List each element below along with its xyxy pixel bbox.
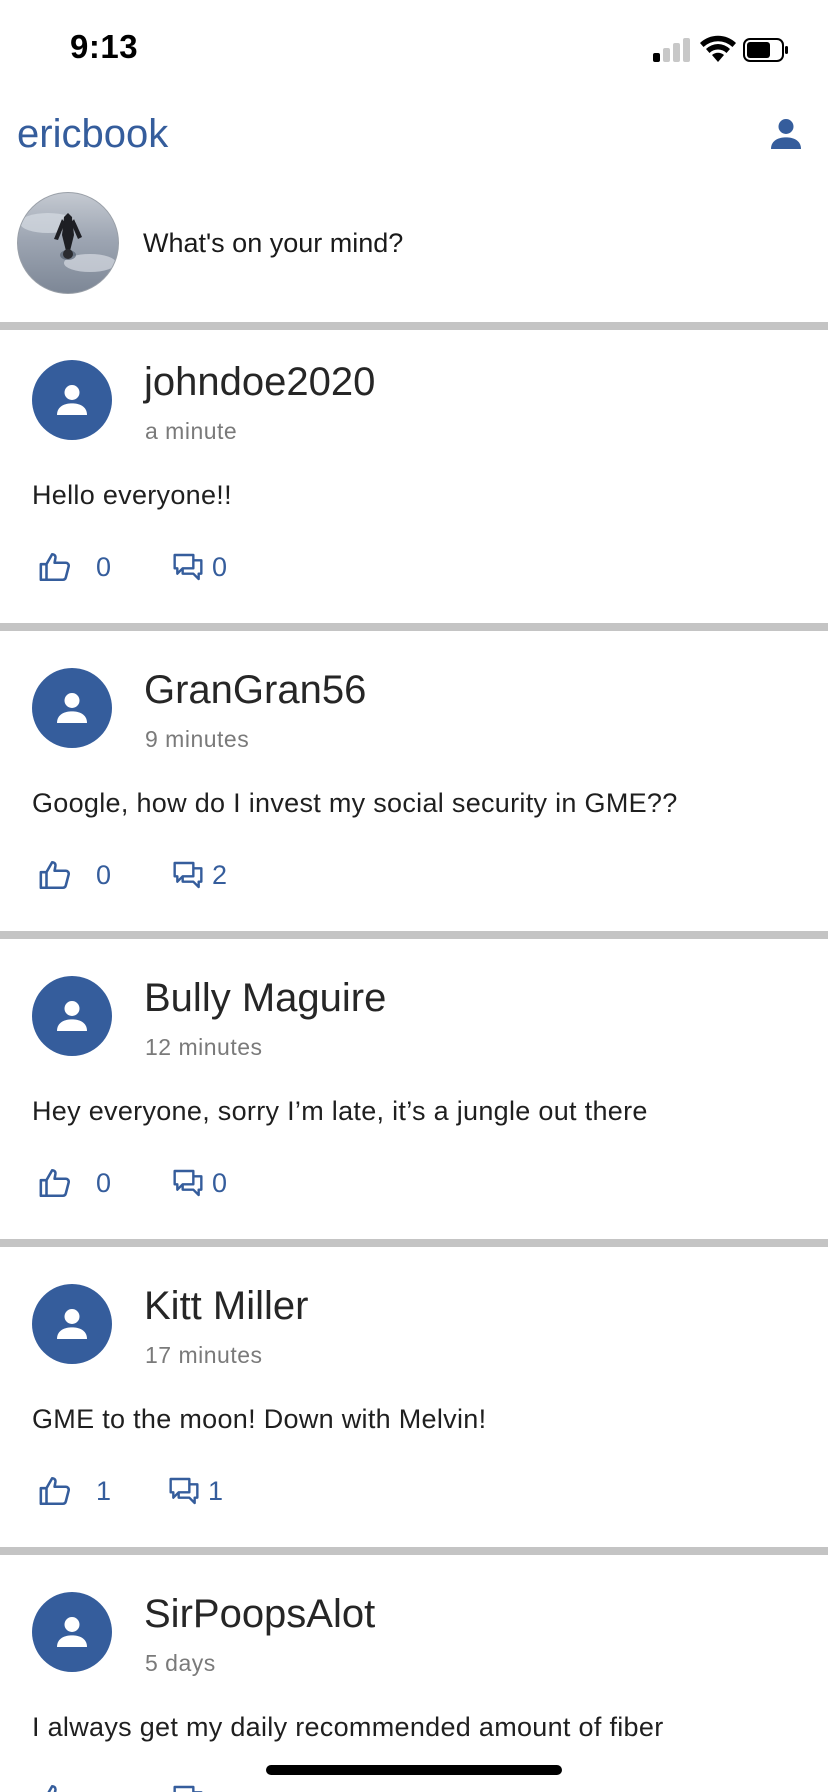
person-icon xyxy=(57,1309,87,1339)
person-icon xyxy=(57,1617,87,1647)
post-card: Bully Maguire 12 minutes Hey everyone, s… xyxy=(0,946,828,1231)
author-avatar[interactable] xyxy=(32,668,112,748)
post-timestamp: 17 minutes xyxy=(145,1342,263,1368)
author-avatar[interactable] xyxy=(32,1592,112,1672)
post-composer[interactable]: What's on your mind? xyxy=(0,190,828,320)
post-body: Google, how do I invest my social securi… xyxy=(32,788,678,818)
user-avatar[interactable] xyxy=(17,192,119,294)
post-timestamp: 12 minutes xyxy=(145,1034,263,1060)
person-icon xyxy=(57,693,87,723)
post-timestamp: 5 days xyxy=(145,1650,216,1676)
divider xyxy=(0,623,828,631)
post-author[interactable]: GranGran56 xyxy=(144,668,366,713)
author-avatar[interactable] xyxy=(32,1284,112,1364)
app-bar: ericbook xyxy=(0,100,828,190)
wifi-icon xyxy=(700,35,736,62)
composer-prompt[interactable]: What's on your mind? xyxy=(143,228,403,259)
app-title: ericbook xyxy=(17,112,169,156)
comment-count: 1 xyxy=(208,1476,224,1506)
post-actions: 0 2 xyxy=(30,856,430,896)
comment-icon[interactable] xyxy=(172,1166,204,1200)
post-actions: 0 0 xyxy=(30,548,430,588)
comment-count: 0 xyxy=(212,1168,228,1198)
person-icon xyxy=(57,385,87,415)
post-body: Hello everyone!! xyxy=(32,480,232,510)
post-timestamp: a minute xyxy=(145,418,238,444)
status-bar: 9:13 xyxy=(0,0,828,100)
like-count: 0 xyxy=(96,860,112,890)
divider xyxy=(0,1239,828,1247)
thumbs-up-icon[interactable] xyxy=(38,1474,72,1508)
divider xyxy=(0,931,828,939)
comment-icon[interactable] xyxy=(172,1782,204,1792)
post-body: Hey everyone, sorry I’m late, it’s a jun… xyxy=(32,1096,648,1126)
comment-count: 0 xyxy=(212,552,228,582)
post-actions xyxy=(30,1780,430,1792)
author-avatar[interactable] xyxy=(32,360,112,440)
like-count: 1 xyxy=(96,1476,112,1506)
thumbs-up-icon[interactable] xyxy=(38,550,72,584)
post-body: I always get my daily recommended amount… xyxy=(32,1712,664,1742)
post-card: johndoe2020 a minute Hello everyone!! 0 … xyxy=(0,330,828,615)
post-card: GranGran56 9 minutes Google, how do I in… xyxy=(0,638,828,923)
status-time: 9:13 xyxy=(70,28,139,65)
like-count: 0 xyxy=(96,552,112,582)
home-indicator[interactable] xyxy=(266,1765,562,1775)
comment-icon[interactable] xyxy=(172,550,204,584)
comment-icon[interactable] xyxy=(168,1474,200,1508)
divider xyxy=(0,1547,828,1555)
post-actions: 0 0 xyxy=(30,1164,430,1204)
avatar-photo xyxy=(20,213,116,272)
post-author[interactable]: Kitt Miller xyxy=(144,1284,308,1329)
post-card: Kitt Miller 17 minutes GME to the moon! … xyxy=(0,1254,828,1539)
like-count: 0 xyxy=(96,1168,112,1198)
person-icon xyxy=(57,1001,87,1031)
post-author[interactable]: Bully Maguire xyxy=(144,976,386,1021)
author-avatar[interactable] xyxy=(32,976,112,1056)
post-card: SirPoopsAlot 5 days I always get my dail… xyxy=(0,1562,828,1792)
thumbs-up-icon[interactable] xyxy=(38,858,72,892)
comment-icon[interactable] xyxy=(172,858,204,892)
post-timestamp: 9 minutes xyxy=(145,726,250,752)
post-body: GME to the moon! Down with Melvin! xyxy=(32,1404,487,1434)
cellular-signal-icon xyxy=(651,38,691,62)
post-author[interactable]: SirPoopsAlot xyxy=(144,1592,375,1637)
post-actions: 1 1 xyxy=(30,1472,430,1512)
person-icon[interactable] xyxy=(766,114,806,154)
thumbs-up-icon[interactable] xyxy=(38,1782,72,1792)
post-author[interactable]: johndoe2020 xyxy=(144,360,375,405)
thumbs-up-icon[interactable] xyxy=(38,1166,72,1200)
divider xyxy=(0,322,828,330)
battery-icon xyxy=(743,38,788,62)
comment-count: 2 xyxy=(212,860,228,890)
